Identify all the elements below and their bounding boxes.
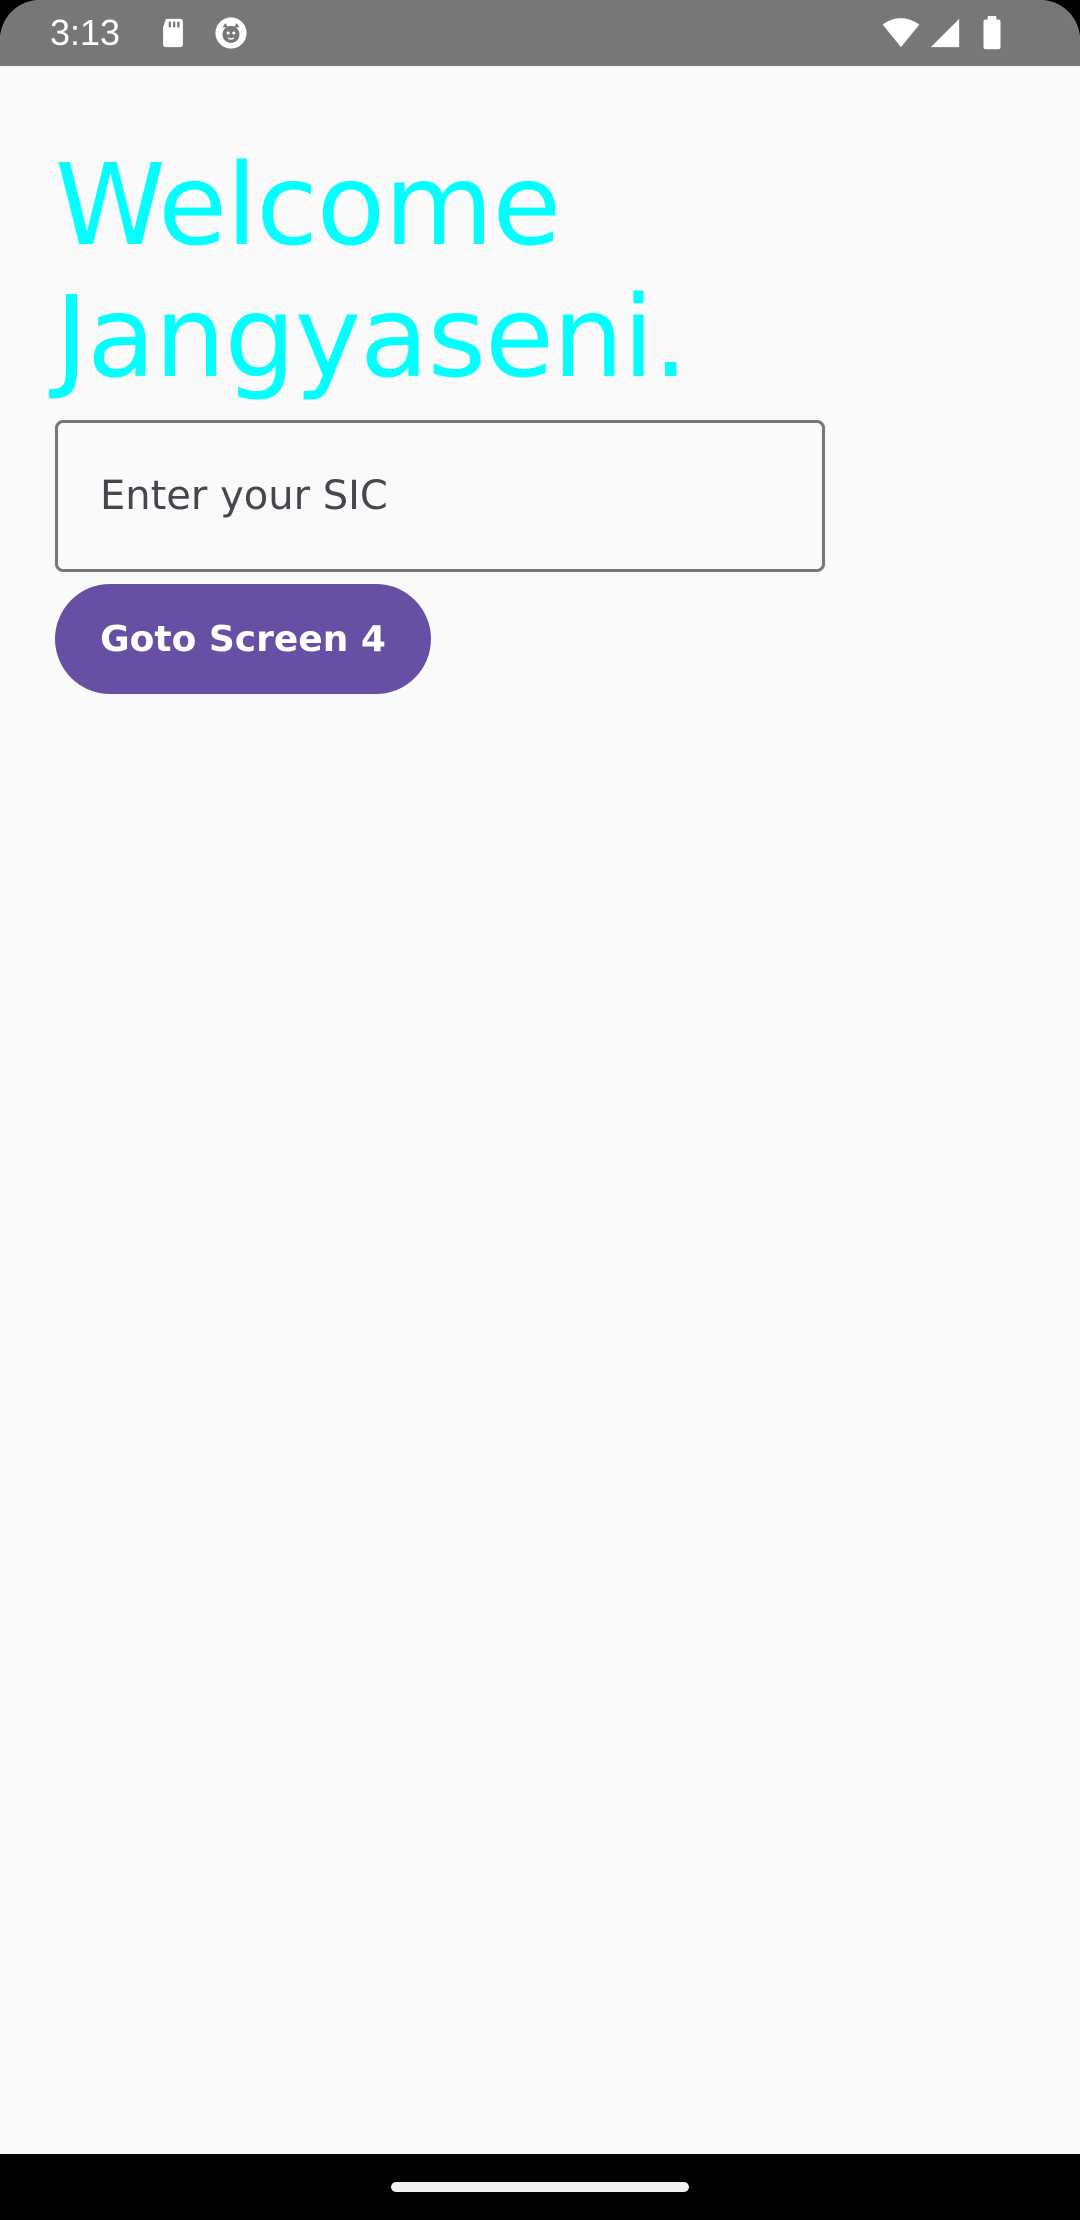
sd-card-icon xyxy=(163,18,183,48)
sic-input-container[interactable] xyxy=(55,420,825,572)
cat-icon xyxy=(215,17,247,49)
signal-icon xyxy=(930,18,960,48)
status-bar: 3:13 xyxy=(0,0,1080,66)
home-handle[interactable] xyxy=(391,2182,689,2192)
battery-icon xyxy=(983,16,1001,50)
sic-input[interactable] xyxy=(100,423,800,569)
navigation-bar xyxy=(0,2154,1080,2220)
status-time: 3:13 xyxy=(50,12,121,53)
wifi-icon xyxy=(882,18,920,48)
goto-screen-4-button[interactable]: Goto Screen 4 xyxy=(55,584,431,694)
app-screen: 3:13 Welcome Jangyaseni. G xyxy=(0,0,1080,2220)
welcome-title: Welcome Jangyaseni. xyxy=(55,141,689,403)
